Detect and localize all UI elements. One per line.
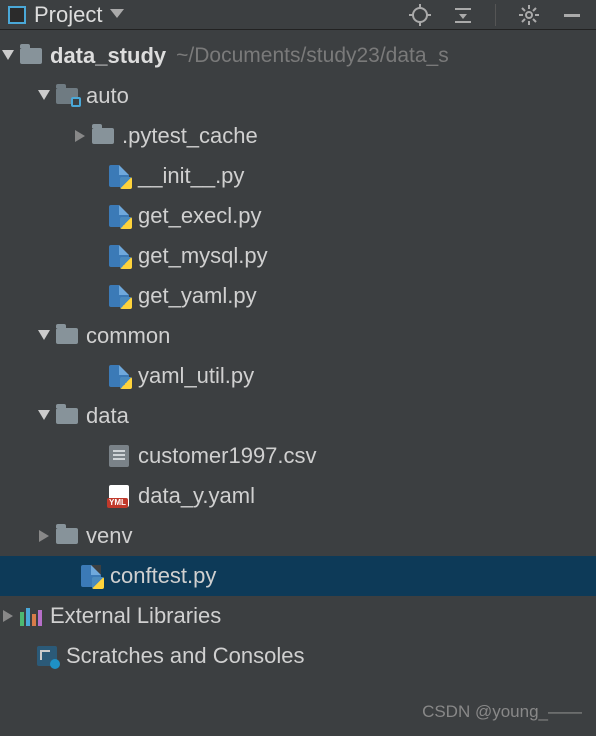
collapse-icon[interactable]	[453, 5, 473, 25]
folder-path: ~/Documents/study23/data_s	[176, 36, 449, 76]
folder-icon	[20, 45, 42, 67]
chevron-down-icon[interactable]	[0, 50, 16, 62]
tree-file[interactable]: get_yaml.py	[0, 276, 596, 316]
gear-icon[interactable]	[518, 4, 540, 26]
chevron-right-icon[interactable]	[36, 530, 52, 542]
dropdown-icon[interactable]	[110, 6, 124, 24]
tree-folder-auto[interactable]: auto	[0, 76, 596, 116]
divider	[495, 4, 496, 26]
tree-external-libraries[interactable]: External Libraries	[0, 596, 596, 636]
project-tree[interactable]: data_study ~/Documents/study23/data_s au…	[0, 30, 596, 676]
tree-folder-common[interactable]: common	[0, 316, 596, 356]
file-label: __init__.py	[138, 155, 244, 197]
python-file-icon	[108, 245, 130, 267]
folder-label: .pytest_cache	[122, 115, 258, 157]
tree-folder-venv[interactable]: venv	[0, 516, 596, 556]
folder-label: Scratches and Consoles	[66, 635, 304, 676]
project-title[interactable]: Project	[34, 2, 102, 28]
file-label: conftest.py	[110, 555, 216, 597]
folder-label: data_study	[50, 35, 166, 77]
chevron-down-icon[interactable]	[36, 90, 52, 102]
folder-icon	[92, 125, 114, 147]
file-label: get_mysql.py	[138, 235, 268, 277]
folder-label: auto	[86, 75, 129, 117]
tree-scratches[interactable]: Scratches and Consoles	[0, 636, 596, 676]
tree-file[interactable]: customer1997.csv	[0, 436, 596, 476]
python-file-icon	[108, 285, 130, 307]
tree-folder-data[interactable]: data	[0, 396, 596, 436]
file-label: data_y.yaml	[138, 475, 255, 517]
tree-file-selected[interactable]: conftest.py	[0, 556, 596, 596]
folder-label: venv	[86, 515, 132, 557]
chevron-down-icon[interactable]	[36, 330, 52, 342]
python-file-icon	[108, 205, 130, 227]
file-label: yaml_util.py	[138, 355, 254, 397]
tree-file[interactable]: get_mysql.py	[0, 236, 596, 276]
watermark: CSDN @young_——	[422, 702, 582, 722]
folder-icon	[56, 405, 78, 427]
python-file-icon	[108, 365, 130, 387]
scratches-icon	[36, 645, 58, 667]
csv-file-icon	[108, 445, 130, 467]
folder-label: data	[86, 395, 129, 437]
chevron-down-icon[interactable]	[36, 410, 52, 422]
tool-window-header: Project	[0, 0, 596, 30]
folder-icon	[56, 325, 78, 347]
folder-icon	[56, 85, 78, 107]
tree-folder-pytest-cache[interactable]: .pytest_cache	[0, 116, 596, 156]
file-label: customer1997.csv	[138, 435, 317, 477]
yaml-file-icon: YML	[108, 485, 130, 507]
project-icon	[8, 6, 26, 24]
libraries-icon	[20, 605, 42, 627]
folder-label: External Libraries	[50, 595, 221, 637]
python-file-icon	[108, 165, 130, 187]
hide-icon[interactable]	[562, 5, 582, 25]
python-file-icon	[80, 565, 102, 587]
tree-file[interactable]: yaml_util.py	[0, 356, 596, 396]
locate-icon[interactable]	[409, 4, 431, 26]
folder-label: common	[86, 315, 170, 357]
tree-root[interactable]: data_study ~/Documents/study23/data_s	[0, 36, 596, 76]
folder-icon	[56, 525, 78, 547]
file-label: get_execl.py	[138, 195, 262, 237]
tree-file[interactable]: __init__.py	[0, 156, 596, 196]
chevron-right-icon[interactable]	[0, 610, 16, 622]
tree-file[interactable]: get_execl.py	[0, 196, 596, 236]
chevron-right-icon[interactable]	[72, 130, 88, 142]
file-label: get_yaml.py	[138, 275, 257, 317]
tree-file[interactable]: YML data_y.yaml	[0, 476, 596, 516]
